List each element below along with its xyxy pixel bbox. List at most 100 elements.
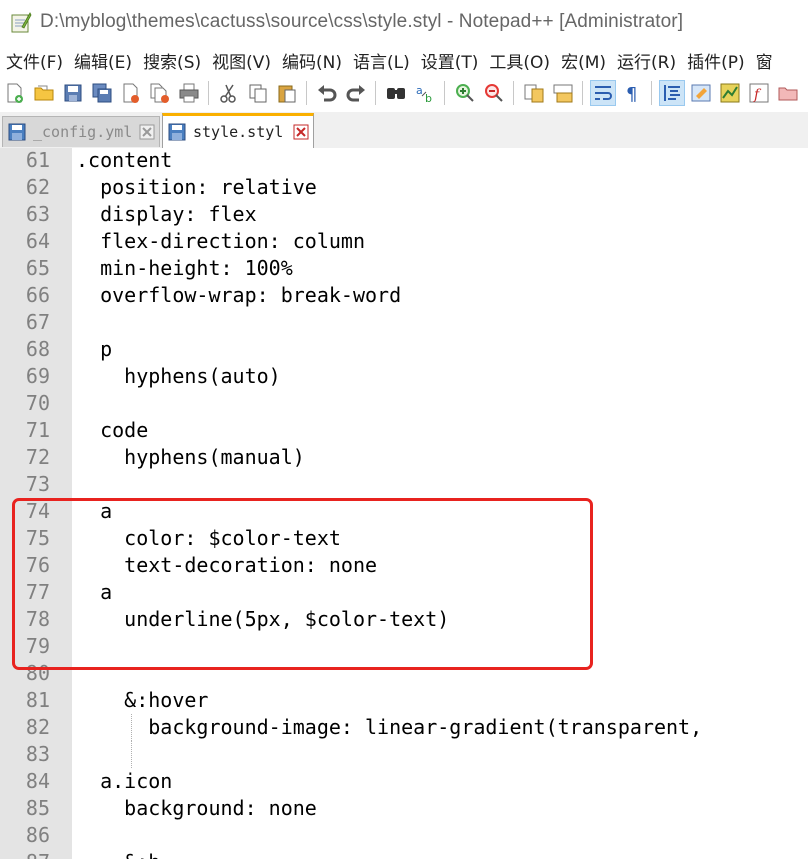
line-number: 71 xyxy=(25,418,50,442)
code-line[interactable]: 77 a xyxy=(0,579,808,606)
code-line[interactable]: 83 xyxy=(0,741,808,768)
redo-icon[interactable] xyxy=(344,81,368,105)
code-editor[interactable]: 61 .content 62 position: relative 63 displa… xyxy=(0,148,808,859)
code-line[interactable]: 62 position: relative xyxy=(0,174,808,201)
line-number: 61 xyxy=(25,148,50,172)
code-line[interactable]: 75 color: $color-text xyxy=(0,525,808,552)
menu-view[interactable]: 视图(V) xyxy=(212,48,271,73)
code-line[interactable]: 67 xyxy=(0,309,808,336)
find-icon[interactable] xyxy=(384,81,408,105)
toolbar-separator xyxy=(513,81,514,105)
code-line[interactable]: 72 hyphens(manual) xyxy=(0,444,808,471)
print-icon[interactable] xyxy=(177,81,201,105)
menu-plugins[interactable]: 插件(P) xyxy=(687,48,745,73)
menu-search[interactable]: 搜索(S) xyxy=(143,48,201,73)
toolbar-separator xyxy=(582,81,583,105)
menu-file[interactable]: 文件(F) xyxy=(6,48,63,73)
line-number: 80 xyxy=(25,661,50,685)
line-text: color: $color-text xyxy=(76,526,341,550)
zoom-in-icon[interactable] xyxy=(453,81,477,105)
undo-icon[interactable] xyxy=(315,81,339,105)
code-line[interactable]: 69 hyphens(auto) xyxy=(0,363,808,390)
code-line[interactable]: 64 flex-direction: column xyxy=(0,228,808,255)
sync-h-icon[interactable] xyxy=(551,81,575,105)
line-number: 63 xyxy=(25,202,50,226)
replace-icon[interactable]: ab xyxy=(413,81,437,105)
code-line[interactable]: 61 .content xyxy=(0,148,808,174)
indent-guide-icon[interactable] xyxy=(659,80,685,106)
line-number: 79 xyxy=(25,634,50,658)
code-line[interactable]: 84 a.icon xyxy=(0,768,808,795)
window-title: D:\myblog\themes\cactuss\source\css\styl… xyxy=(40,11,684,32)
menu-language[interactable]: 语言(L) xyxy=(353,48,410,73)
code-line[interactable]: 79 xyxy=(0,633,808,660)
show-all-chars-icon[interactable]: ¶ xyxy=(620,81,644,105)
tab-bar: _config.yml style.styl xyxy=(0,112,808,149)
copy-icon[interactable] xyxy=(246,81,270,105)
line-number: 83 xyxy=(25,742,50,766)
svg-text:a: a xyxy=(416,84,423,97)
udl-icon[interactable] xyxy=(689,81,713,105)
zoom-out-icon[interactable] xyxy=(482,81,506,105)
line-number: 73 xyxy=(25,472,50,496)
menu-tools[interactable]: 工具(O) xyxy=(489,48,550,73)
line-text: &:h xyxy=(76,849,160,859)
close-icon[interactable] xyxy=(119,81,143,105)
open-file-icon[interactable] xyxy=(32,81,56,105)
menu-encoding[interactable]: 编码(N) xyxy=(282,48,342,73)
close-tab-icon[interactable] xyxy=(293,124,309,140)
tab-label: style.styl xyxy=(193,123,284,141)
folder-icon[interactable] xyxy=(776,81,800,105)
save-icon[interactable] xyxy=(61,81,85,105)
line-number: 78 xyxy=(25,607,50,631)
menu-edit[interactable]: 编辑(E) xyxy=(74,48,132,73)
menu-macro[interactable]: 宏(M) xyxy=(561,48,606,73)
tab-style-styl[interactable]: style.styl xyxy=(162,113,314,149)
code-line[interactable]: 86 xyxy=(0,822,808,849)
code-line[interactable]: 73 xyxy=(0,471,808,498)
menu-settings[interactable]: 设置(T) xyxy=(421,48,479,73)
line-number: 66 xyxy=(25,283,50,307)
code-line[interactable]: 65 min-height: 100% xyxy=(0,255,808,282)
doc-map-icon[interactable] xyxy=(718,81,742,105)
line-text: hyphens(auto) xyxy=(76,364,281,388)
line-number: 82 xyxy=(25,715,50,739)
line-number: 62 xyxy=(25,175,50,199)
line-number: 67 xyxy=(25,310,50,334)
function-list-icon[interactable]: f xyxy=(747,81,771,105)
code-line[interactable]: 85 background: none xyxy=(0,795,808,822)
code-line[interactable]: 70 xyxy=(0,390,808,417)
indent-guide xyxy=(131,714,132,741)
code-line[interactable]: 63 display: flex xyxy=(0,201,808,228)
line-text: display: flex xyxy=(76,202,257,226)
line-number: 87 xyxy=(0,849,50,859)
code-line[interactable]: 71 code xyxy=(0,417,808,444)
code-line[interactable]: 87 &:h xyxy=(0,849,808,859)
line-number: 74 xyxy=(25,499,50,523)
sync-v-icon[interactable] xyxy=(522,81,546,105)
code-line[interactable]: 78 underline(5px, $color-text) xyxy=(0,606,808,633)
toolbar-separator xyxy=(208,81,209,105)
menu-run[interactable]: 运行(R) xyxy=(617,48,676,73)
cut-icon[interactable] xyxy=(217,81,241,105)
line-number: 72 xyxy=(25,445,50,469)
code-line[interactable]: 66 overflow-wrap: break-word xyxy=(0,282,808,309)
line-number: 77 xyxy=(25,580,50,604)
notepad-plus-plus-icon xyxy=(11,12,32,33)
code-line[interactable]: 68 p xyxy=(0,336,808,363)
line-number: 81 xyxy=(25,688,50,712)
close-tab-icon[interactable] xyxy=(139,124,155,140)
close-all-icon[interactable] xyxy=(148,81,172,105)
tab-config-yml[interactable]: _config.yml xyxy=(2,116,160,147)
menu-window[interactable]: 窗 xyxy=(756,48,773,73)
line-number: 69 xyxy=(25,364,50,388)
code-line[interactable]: 82 background-image: linear-gradient(tra… xyxy=(0,714,808,741)
code-line[interactable]: 80 xyxy=(0,660,808,687)
paste-icon[interactable] xyxy=(275,81,299,105)
code-line[interactable]: 81 &:hover xyxy=(0,687,808,714)
code-line[interactable]: 76 text-decoration: none xyxy=(0,552,808,579)
new-file-icon[interactable] xyxy=(3,81,27,105)
word-wrap-icon[interactable] xyxy=(590,80,616,106)
save-all-icon[interactable] xyxy=(90,81,114,105)
code-line[interactable]: 74 a xyxy=(0,498,808,525)
